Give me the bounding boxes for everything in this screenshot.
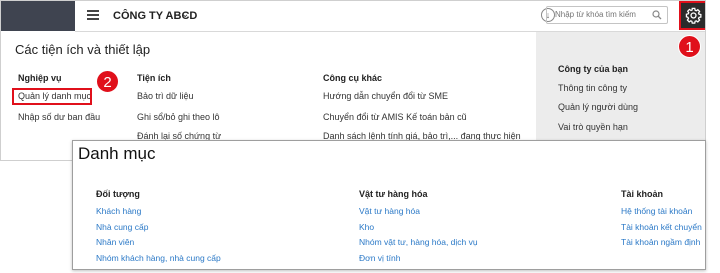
menu-item-huong-dan-chuyen-doi[interactable]: Hướng dẫn chuyển đổi từ SME (323, 91, 448, 101)
column-title-cong-cu-khac: Công cụ khác (323, 73, 383, 83)
app-sidebar-strip (1, 1, 75, 31)
search-field[interactable] (546, 6, 668, 24)
link-nhom-khach-hang[interactable]: Nhóm khách hàng, nhà cung cấp (96, 253, 221, 263)
column-title-tien-ich: Tiện ích (137, 73, 171, 83)
link-nha-cung-cap[interactable]: Nhà cung cấp (96, 222, 148, 232)
link-nhan-vien[interactable]: Nhân viên (96, 237, 134, 247)
menu-item-thong-tin-cong-ty[interactable]: Thông tin công ty (558, 83, 627, 93)
menu-item-quan-ly-nguoi-dung[interactable]: Quản lý người dùng (558, 102, 638, 112)
link-nhom-vat-tu[interactable]: Nhóm vật tư, hàng hóa, dịch vụ (359, 237, 478, 247)
company-section-title: Công ty của bạn (558, 64, 629, 74)
column-title-tai-khoan: Tài khoản (621, 189, 664, 199)
highlight-box (12, 88, 92, 105)
step-badge-2: 2 (96, 70, 119, 93)
link-kho[interactable]: Kho (359, 222, 374, 232)
menu-icon[interactable] (87, 10, 99, 20)
link-he-thong-tai-khoan[interactable]: Hệ thống tài khoản (621, 206, 692, 216)
column-title-vat-tu: Vật tư hàng hóa (359, 189, 428, 199)
link-don-vi-tinh[interactable]: Đơn vị tính (359, 253, 400, 263)
link-khach-hang[interactable]: Khách hàng (96, 206, 141, 216)
column-title-doi-tuong: Đối tượng (96, 189, 140, 199)
menu-item-chuyen-doi-amis[interactable]: Chuyển đổi từ AMIS Kế toán bản cũ (323, 112, 467, 122)
gear-icon (685, 7, 702, 24)
settings-panel-title: Các tiện ích và thiết lập (15, 42, 151, 57)
search-icon[interactable] (652, 10, 662, 20)
search-input[interactable] (555, 10, 645, 19)
link-vat-tu-hang-hoa[interactable]: Vật tư hàng hóa (359, 206, 420, 216)
column-title-nghiep-vu: Nghiệp vụ (18, 73, 62, 83)
top-bar: CÔNG TY ABCD ⌄ ↓ (75, 1, 705, 32)
menu-item-vai-tro[interactable]: Vai trò quyền hạn (558, 122, 628, 132)
menu-item-bao-tri[interactable]: Bảo trì dữ liệu (137, 91, 194, 101)
chevron-down-icon[interactable]: ⌄ (181, 9, 189, 20)
danh-muc-title: Danh mục (78, 144, 156, 163)
settings-button[interactable] (679, 1, 705, 30)
link-tai-khoan-ket-chuyen[interactable]: Tài khoản kết chuyển (621, 222, 702, 232)
link-tai-khoan-ngam-dinh[interactable]: Tài khoản ngầm định (621, 237, 700, 247)
menu-item-nhap-so-du[interactable]: Nhập số dư ban đầu (18, 112, 100, 122)
menu-item-ghi-so[interactable]: Ghi sổ/bỏ ghi theo lô (137, 112, 220, 122)
danh-muc-panel: Danh mục Đối tượng Khách hàng Nhà cung c… (72, 140, 706, 270)
step-badge-1: 1 (678, 35, 701, 58)
